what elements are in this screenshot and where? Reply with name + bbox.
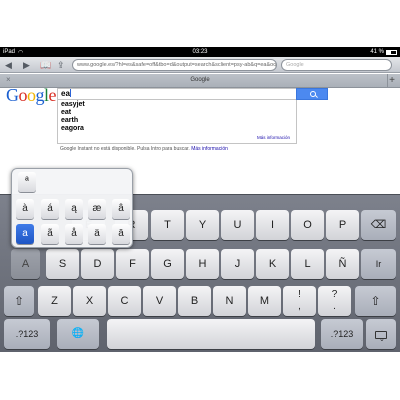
battery-icon <box>386 50 397 55</box>
key-x[interactable]: X <box>73 286 106 316</box>
instant-text: Google Instant no está disponible. Pulsa… <box>60 146 190 152</box>
address-bar[interactable]: www.google.es/?hl=es&safe=off&tbo=d&outp… <box>72 59 277 71</box>
key-k[interactable]: K <box>256 249 289 279</box>
accent-option[interactable]: â <box>112 199 130 219</box>
key-d[interactable]: D <box>81 249 114 279</box>
plus-icon[interactable]: + <box>387 74 396 87</box>
share-icon[interactable]: ⇪ <box>57 59 65 71</box>
key-s[interactable]: S <box>46 249 79 279</box>
accent-option[interactable]: ā <box>112 224 130 244</box>
suggestions-dropdown: easyjet eat earth eagora Más información <box>57 100 297 144</box>
status-bar: iPad ◠ 03:23 41 % <box>0 47 400 57</box>
back-icon[interactable]: ◀ <box>5 59 12 71</box>
search-button[interactable] <box>296 88 328 100</box>
accent-option[interactable]: å <box>65 224 83 244</box>
accent-option[interactable]: à <box>16 199 34 219</box>
key-a[interactable]: A <box>11 249 40 279</box>
hide-keyboard-key[interactable] <box>366 319 396 349</box>
bookmarks-icon[interactable]: 📖 <box>40 59 51 71</box>
numbers-key-left[interactable]: .?123 <box>4 319 50 349</box>
instant-notice: Google Instant no está disponible. Pulsa… <box>60 146 228 152</box>
key-l[interactable]: L <box>291 249 324 279</box>
search-query: ea <box>61 89 70 98</box>
tab-title[interactable]: Google <box>0 77 400 83</box>
backspace-key[interactable]: ⌫ <box>361 210 396 240</box>
go-key[interactable]: Ir <box>361 249 396 279</box>
browser-search-field[interactable]: Google <box>281 59 392 71</box>
keyboard-hide-icon <box>375 330 387 343</box>
key-y[interactable]: Y <box>186 210 219 240</box>
key-i[interactable]: I <box>256 210 289 240</box>
key-p[interactable]: P <box>326 210 359 240</box>
numbers-key-right[interactable]: .?123 <box>321 319 363 349</box>
accent-popup: ª à á ą æ â a ã å ä ā <box>11 168 133 248</box>
key-n-tilde[interactable]: Ñ <box>326 249 359 279</box>
key-z[interactable]: Z <box>38 286 71 316</box>
space-key[interactable] <box>107 319 315 349</box>
instant-more-info-link[interactable]: Más información <box>191 146 228 152</box>
more-info-link[interactable]: Más información <box>257 135 290 140</box>
suggestion-item[interactable]: eat <box>61 109 71 116</box>
key-t[interactable]: T <box>151 210 184 240</box>
accent-option[interactable]: ä <box>88 224 106 244</box>
key-g[interactable]: G <box>151 249 184 279</box>
accent-option[interactable]: ª <box>18 172 36 192</box>
key-exclaim-comma[interactable]: !, <box>283 286 316 316</box>
suggestion-item[interactable]: eagora <box>61 125 84 132</box>
text-caret <box>69 89 71 97</box>
browser-toolbar: ◀ ▶ 📖 ⇪ www.google.es/?hl=es&safe=off&tb… <box>0 57 400 73</box>
battery-percent: 41 % <box>370 49 384 55</box>
suggestion-item[interactable]: earth <box>61 117 78 124</box>
accent-option-selected[interactable]: a <box>16 224 34 244</box>
accent-option[interactable]: á <box>41 199 59 219</box>
search-input[interactable]: ea <box>57 88 297 100</box>
accent-option[interactable]: ą <box>65 199 83 219</box>
shift-key-left[interactable]: ⇧ <box>4 286 34 316</box>
key-v[interactable]: V <box>143 286 176 316</box>
key-h[interactable]: H <box>186 249 219 279</box>
accent-option[interactable]: æ <box>88 199 106 219</box>
shift-key-right[interactable]: ⇧ <box>355 286 396 316</box>
key-f[interactable]: F <box>116 249 149 279</box>
accent-option[interactable]: ã <box>41 224 59 244</box>
forward-icon[interactable]: ▶ <box>23 59 30 71</box>
tab-bar: × Google + <box>0 74 400 88</box>
key-n[interactable]: N <box>213 286 246 316</box>
globe-key[interactable]: 🌐 <box>57 319 99 349</box>
key-o[interactable]: O <box>291 210 324 240</box>
key-u[interactable]: U <box>221 210 254 240</box>
key-m[interactable]: M <box>248 286 281 316</box>
google-logo: Google <box>6 85 57 105</box>
suggestion-item[interactable]: easyjet <box>61 101 85 108</box>
key-question-period[interactable]: ?. <box>318 286 351 316</box>
key-j[interactable]: J <box>221 249 254 279</box>
clock: 03:23 <box>192 49 208 55</box>
key-b[interactable]: B <box>178 286 211 316</box>
key-c[interactable]: C <box>108 286 141 316</box>
